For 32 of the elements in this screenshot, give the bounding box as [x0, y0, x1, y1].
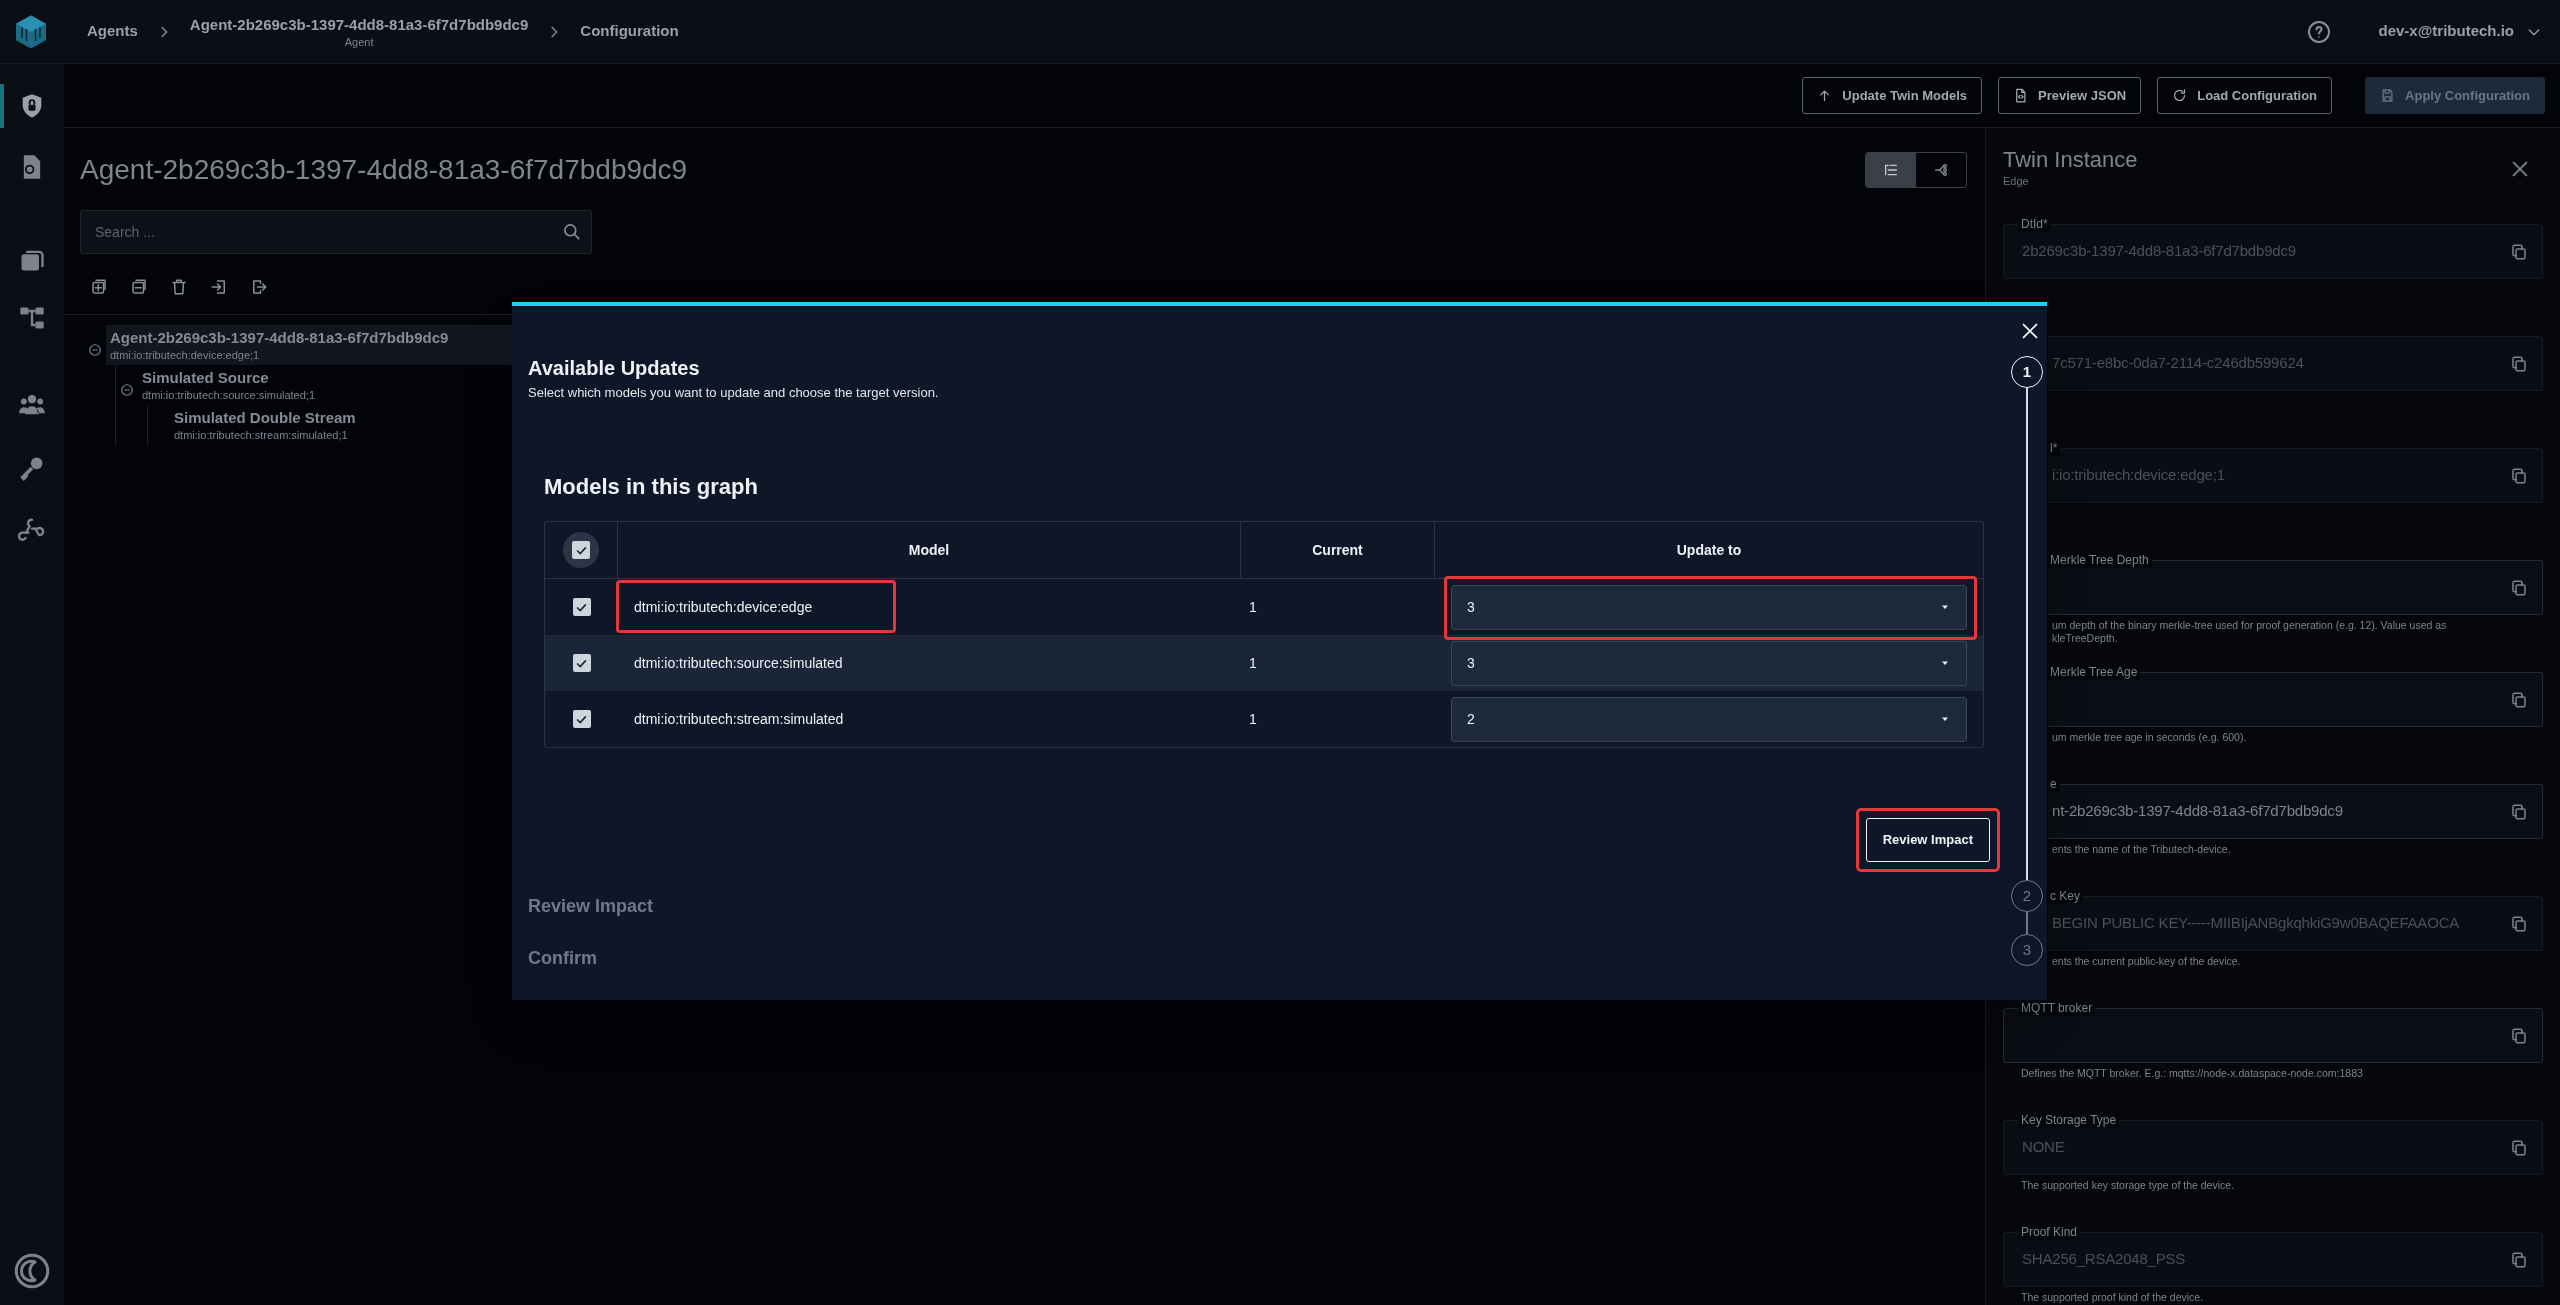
step-subtitle: Select which models you want to update and choose the target version.	[528, 384, 940, 402]
helper-text: The supported key storage type of the device.	[2020, 1179, 2236, 1192]
field-label: Merkle Tree Depth	[2047, 552, 2152, 568]
helper-text: ents the name of the Tributech-device.	[2051, 843, 2232, 856]
step-title: Confirm	[528, 947, 598, 970]
field-label: MQTT broker	[2018, 1000, 2096, 1016]
helper-text: Defines the MQTT broker. E.g.: mqtts://node-x.dataspace-node.com:1883	[2020, 1067, 2364, 1080]
table-cell-text: dtmi:io:tributech:source:simulated	[634, 653, 843, 673]
table-cell-text: dtmi:io:tributech:device:edge	[634, 597, 813, 617]
column-header: Update to	[1676, 540, 1742, 560]
page-title: Agent-2b269c3b-1397-4dd8-81a3-6f7d7bdb9dc9	[80, 153, 688, 187]
table-cell-text: dtmi:io:tributech:stream:simulated	[634, 709, 844, 729]
panel-title: Twin Instance	[2003, 146, 2138, 174]
field-label: c Key	[2047, 888, 2083, 904]
table-cell-text: 1	[1249, 597, 1257, 617]
field-label: DtId*	[2018, 216, 2051, 232]
section-title: Models in this graph	[544, 473, 759, 501]
field-label: Key Storage Type	[2018, 1112, 2120, 1128]
field-label: Proof Kind	[2018, 1224, 2081, 1240]
field-label: l*	[2047, 440, 2061, 456]
helper-text: um merkle tree age in seconds (e.g. 600).	[2051, 731, 2248, 744]
column-header: Current	[1312, 540, 1363, 560]
breadcrumb-sublabel: Agent	[344, 34, 374, 49]
step-title: Review Impact	[528, 895, 655, 918]
table-cell-text: 1	[1249, 653, 1257, 673]
table-cell-text: 1	[1249, 709, 1257, 729]
panel-subtitle: Edge	[2003, 174, 2030, 188]
helper-text: ents the current public-key of the device.	[2051, 955, 2242, 968]
field-label: Merkle Tree Age	[2047, 664, 2141, 680]
column-header: Model	[908, 540, 950, 560]
helper-text: The supported proof kind of the device.	[2020, 1291, 2205, 1304]
helper-text: um depth of the binary merkle-tree used for proof generation (e.g. 12). Value used as kleTreeDepth.	[2051, 619, 2448, 645]
